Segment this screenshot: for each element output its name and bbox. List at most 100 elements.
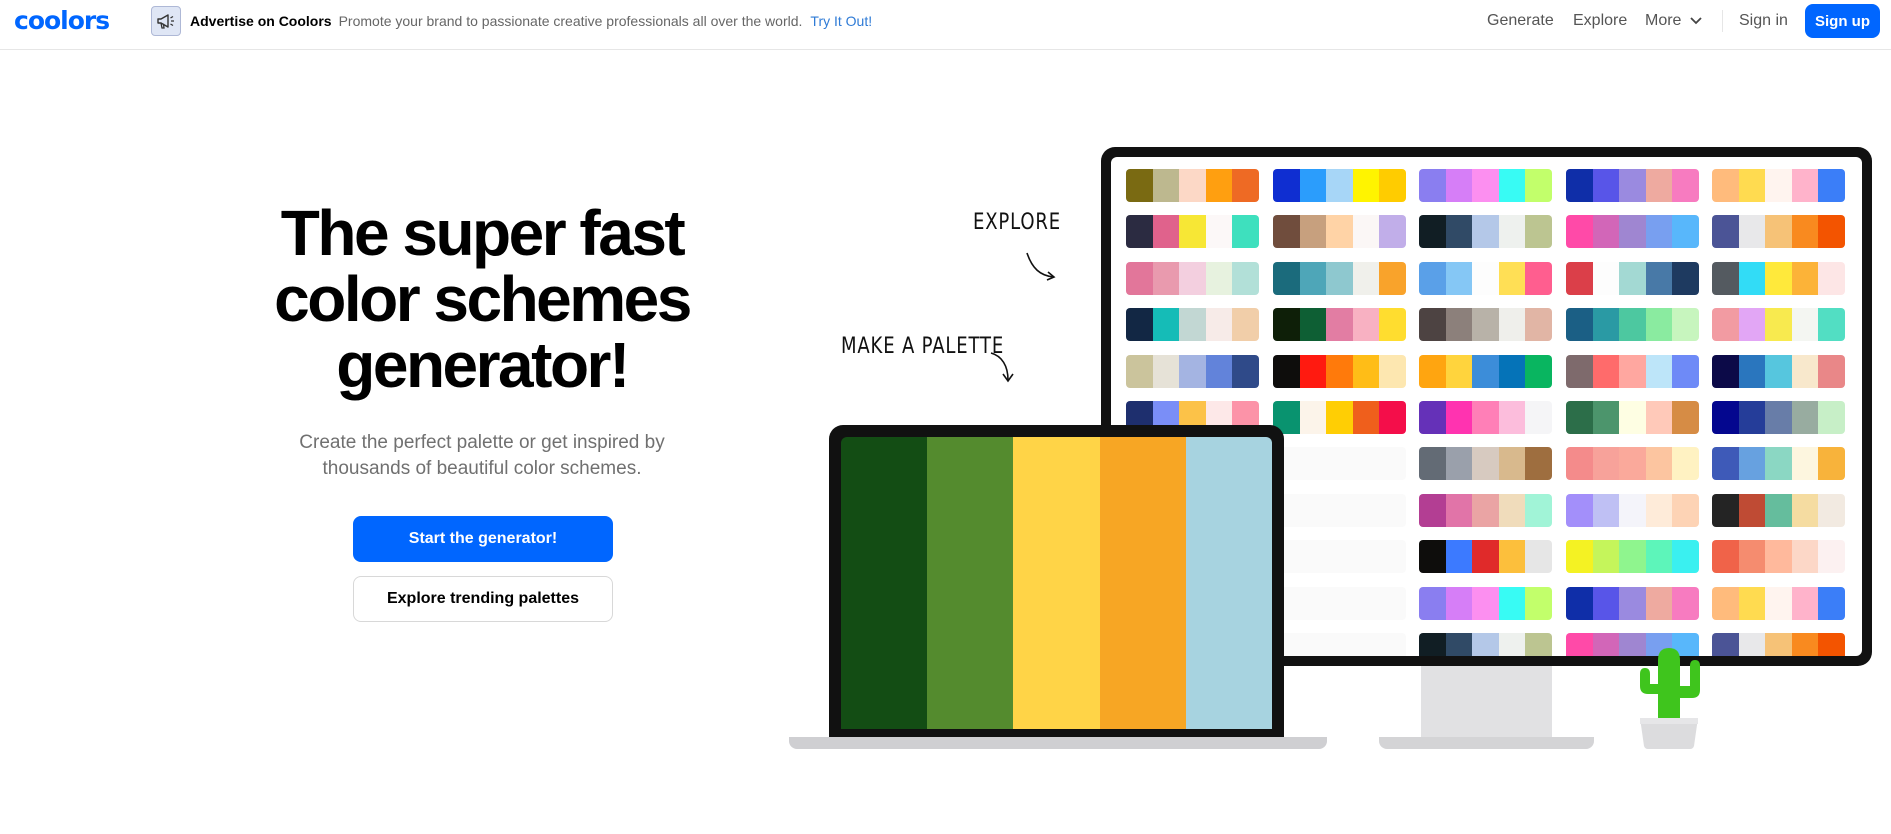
palette-swatch	[1326, 633, 1353, 656]
palette-thumbnail	[1419, 540, 1552, 573]
hero-title-line: The super fast	[280, 197, 686, 269]
palette-swatch	[1232, 169, 1259, 202]
sign-up-button[interactable]: Sign up	[1805, 4, 1880, 38]
palette-swatch	[1818, 215, 1845, 248]
palette-thumbnail	[1419, 633, 1552, 656]
palette-swatch	[1525, 215, 1552, 248]
palette-swatch	[1712, 215, 1739, 248]
nav-more-dropdown[interactable]: More	[1645, 0, 1703, 42]
palette-swatch	[1645, 540, 1673, 573]
palette-swatch	[1152, 169, 1180, 202]
palette-swatch	[1352, 633, 1380, 656]
palette-swatch	[1379, 355, 1406, 388]
palette-swatch	[1352, 262, 1380, 295]
explore-trending-button[interactable]: Explore trending palettes	[353, 576, 613, 622]
palette-thumbnail	[1712, 540, 1845, 573]
palette-swatch	[1592, 215, 1620, 248]
palette-swatch	[1472, 308, 1499, 341]
palette-swatch	[1791, 308, 1819, 341]
palette-swatch	[1525, 587, 1552, 620]
palette-swatch	[1672, 447, 1699, 480]
palette-swatch	[1472, 215, 1499, 248]
palette-swatch	[1498, 494, 1526, 527]
palette-swatch	[1619, 494, 1646, 527]
palette-swatch	[1419, 308, 1446, 341]
palette-swatch	[1818, 633, 1845, 656]
try-it-out-link[interactable]: Try It Out!	[810, 13, 872, 29]
palette-thumbnail	[1419, 401, 1552, 434]
palette-swatch	[1672, 401, 1699, 434]
nav-explore-label: Explore	[1573, 12, 1628, 29]
palette-swatch	[1818, 355, 1845, 388]
nav-generate-label: Generate	[1487, 12, 1554, 29]
palette-swatch	[1232, 262, 1259, 295]
palette-swatch	[1498, 308, 1526, 341]
palette-swatch	[1498, 355, 1526, 388]
palette-thumbnail	[1566, 401, 1699, 434]
palette-swatch	[1791, 215, 1819, 248]
palette-swatch	[1379, 633, 1406, 656]
palette-swatch	[1712, 540, 1739, 573]
palette-swatch	[1419, 355, 1446, 388]
palette-swatch	[1472, 355, 1499, 388]
start-generator-button[interactable]: Start the generator!	[353, 516, 613, 562]
palette-swatch	[1818, 169, 1845, 202]
palette-swatch	[1445, 633, 1473, 656]
palette-swatch	[1791, 587, 1819, 620]
palette-thumbnail	[1566, 262, 1699, 295]
palette-swatch	[1152, 308, 1180, 341]
monitor-stand	[1421, 666, 1552, 738]
palette-swatch	[1299, 401, 1327, 434]
palette-swatch	[1791, 401, 1819, 434]
palette-swatch	[1419, 401, 1446, 434]
palette-swatch	[1712, 308, 1739, 341]
palette-thumbnail	[1566, 169, 1699, 202]
palette-thumbnail	[1273, 540, 1406, 573]
palette-swatch	[1619, 262, 1646, 295]
palette-swatch	[1352, 169, 1380, 202]
nav-generate[interactable]: Generate	[1487, 0, 1554, 42]
palette-thumbnail	[1273, 494, 1406, 527]
palette-swatch	[1619, 215, 1646, 248]
palette-swatch	[1619, 169, 1646, 202]
nav-more-label: More	[1645, 12, 1682, 29]
palette-thumbnail	[1419, 169, 1552, 202]
palette-swatch	[1326, 355, 1353, 388]
sign-in-link[interactable]: Sign in	[1739, 0, 1788, 42]
palette-swatch	[1419, 633, 1446, 656]
palette-swatch	[1126, 308, 1153, 341]
hero-title-line: generator!	[336, 329, 630, 401]
palette-thumbnail	[1712, 262, 1845, 295]
palette-swatch	[1765, 262, 1792, 295]
palette-swatch	[1326, 540, 1353, 573]
palette-swatch	[1645, 494, 1673, 527]
palette-swatch	[1619, 355, 1646, 388]
palette-swatch	[1672, 540, 1699, 573]
palette-swatch	[1232, 355, 1259, 388]
palette-swatch	[1592, 308, 1620, 341]
nav-explore[interactable]: Explore	[1573, 0, 1627, 42]
palette-swatch	[1232, 308, 1259, 341]
palette-swatch	[1619, 308, 1646, 341]
palette-swatch	[1525, 308, 1552, 341]
palette-swatch	[1379, 215, 1406, 248]
palette-swatch	[1379, 494, 1406, 527]
sign-in-label: Sign in	[1739, 12, 1788, 29]
palette-swatch	[1299, 215, 1327, 248]
palette-swatch	[1592, 540, 1620, 573]
palette-swatch	[1645, 215, 1673, 248]
palette-thumbnail	[1566, 587, 1699, 620]
palette-thumbnail	[1273, 169, 1406, 202]
palette-thumbnail	[1126, 355, 1259, 388]
palette-thumbnail	[1419, 262, 1552, 295]
palette-swatch	[1818, 494, 1845, 527]
coolors-logo[interactable]: coolors	[14, 8, 110, 34]
palette-thumbnail	[1712, 169, 1845, 202]
palette-swatch	[1205, 308, 1233, 341]
palette-swatch	[1152, 262, 1180, 295]
palette-stripe	[1185, 437, 1272, 729]
palette-swatch	[1765, 633, 1792, 656]
palette-swatch	[1619, 447, 1646, 480]
palette-swatch	[1472, 633, 1499, 656]
advertise-title: Advertise on Coolors	[190, 13, 332, 29]
